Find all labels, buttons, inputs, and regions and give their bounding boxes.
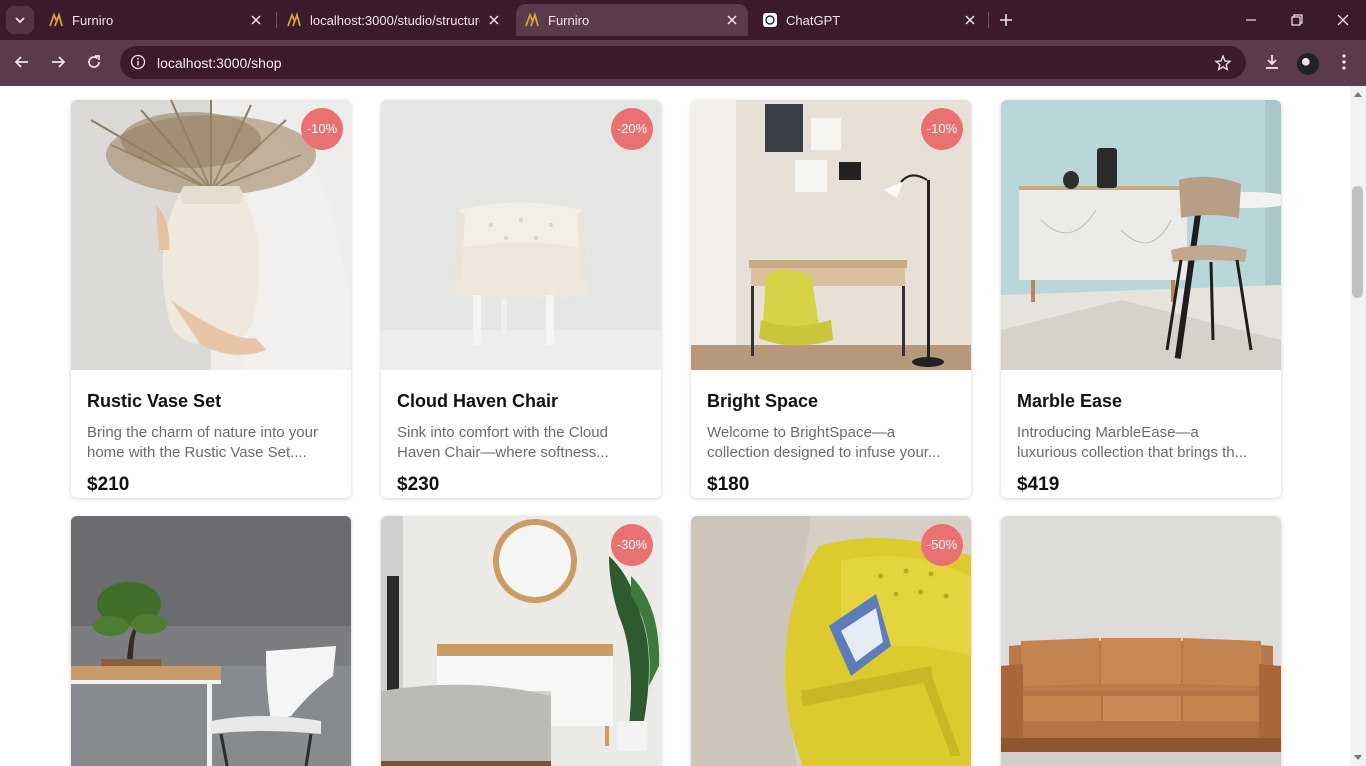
product-price: $230 <box>397 474 440 495</box>
product-card[interactable]: -10% Bright Space Welcome to BrightSpace… <box>691 100 971 498</box>
product-image[interactable]: -20% <box>381 100 661 370</box>
product-image[interactable] <box>71 516 351 766</box>
tab-furniro-1[interactable]: Furniro <box>40 4 272 36</box>
close-icon[interactable] <box>962 12 978 28</box>
close-icon[interactable] <box>486 12 502 28</box>
tab-separator <box>276 12 277 28</box>
tab-furniro-active[interactable]: Furniro <box>516 4 748 36</box>
product-card[interactable]: -50% <box>691 516 971 766</box>
chevron-down-icon <box>15 17 25 24</box>
product-description: Sink into comfort with the Cloud Haven C… <box>397 423 647 463</box>
product-description: Bring the charm of nature into your home… <box>87 423 337 463</box>
description-line: luxurious collection that brings th... <box>1017 444 1248 461</box>
tab-title: ChatGPT <box>786 13 841 28</box>
product-card[interactable]: Marble Ease Introducing MarbleEase—a lux… <box>1001 100 1281 498</box>
product-name[interactable]: Bright Space <box>707 391 818 412</box>
description-line: Sink into comfort with the Cloud <box>397 424 608 441</box>
site-info-icon[interactable] <box>130 54 146 70</box>
more-menu-icon[interactable] <box>1334 52 1354 72</box>
furniro-logo-icon <box>287 12 301 27</box>
scroll-up-arrow[interactable] <box>1354 92 1362 97</box>
discount-badge: -20% <box>611 108 653 150</box>
product-price: $419 <box>1017 474 1060 495</box>
product-image[interactable]: -10% <box>691 100 971 370</box>
tab-separator <box>988 12 989 28</box>
scroll-thumb[interactable] <box>1352 186 1363 298</box>
minimize-icon[interactable] <box>1243 12 1259 28</box>
description-line: Bring the charm of nature into your <box>87 424 318 441</box>
address-bar[interactable]: localhost:3000/shop <box>120 46 1246 79</box>
tab-title: localhost:3000/studio/structure/ <box>310 13 480 28</box>
product-image[interactable]: -50% <box>691 516 971 766</box>
product-description: Welcome to BrightSpace—a collection desi… <box>707 423 957 463</box>
product-image[interactable]: -10% <box>71 100 351 370</box>
description-line: Introducing MarbleEase—a <box>1017 424 1199 441</box>
forward-arrow-icon[interactable] <box>48 52 68 72</box>
close-icon[interactable] <box>248 12 264 28</box>
browser-toolbar: localhost:3000/shop <box>0 40 1366 86</box>
product-card[interactable]: -30% <box>381 516 661 766</box>
tab-chatgpt[interactable]: ChatGPT <box>754 4 986 36</box>
product-name[interactable]: Cloud Haven Chair <box>397 391 558 412</box>
profile-avatar[interactable] <box>1297 53 1319 75</box>
product-name[interactable]: Marble Ease <box>1017 391 1122 412</box>
new-tab-plus-icon[interactable] <box>996 10 1016 30</box>
product-card[interactable] <box>1001 516 1281 766</box>
discount-badge: -10% <box>301 108 343 150</box>
description-line: collection designed to infuse your... <box>707 444 941 461</box>
product-image[interactable] <box>1001 100 1281 370</box>
product-card[interactable] <box>71 516 351 766</box>
furniro-logo-icon <box>525 12 539 27</box>
tab-title: Furniro <box>72 13 114 28</box>
browser-tab-bar: Furniro localhost:3000/studio/structure/… <box>0 0 1366 40</box>
description-line: home with the Rustic Vase Set.... <box>87 444 307 461</box>
tab-search-button[interactable] <box>6 6 34 34</box>
product-card[interactable]: -10% Rustic Vase Set Bring the charm of … <box>71 100 351 498</box>
furniro-logo-icon <box>49 12 63 27</box>
download-icon[interactable] <box>1262 52 1282 72</box>
description-line: Welcome to BrightSpace—a <box>707 424 896 441</box>
url-text: localhost:3000/shop <box>157 55 282 71</box>
tab-title: Furniro <box>548 13 590 28</box>
product-price: $180 <box>707 474 750 495</box>
bookmark-star-icon[interactable] <box>1214 54 1232 72</box>
restore-icon[interactable] <box>1289 12 1305 28</box>
description-line: Haven Chair—where softness... <box>397 444 609 461</box>
tab-studio[interactable]: localhost:3000/studio/structure/ <box>278 4 510 36</box>
product-image[interactable]: -30% <box>381 516 661 766</box>
product-description: Introducing MarbleEase—a luxurious colle… <box>1017 423 1267 463</box>
discount-badge: -10% <box>921 108 963 150</box>
back-arrow-icon[interactable] <box>12 52 32 72</box>
product-card[interactable]: -20% Cloud Haven Chair Sink into comfort… <box>381 100 661 498</box>
discount-badge: -50% <box>921 524 963 566</box>
shop-page: -10% Rustic Vase Set Bring the charm of … <box>0 86 1350 766</box>
scroll-down-arrow[interactable] <box>1354 755 1362 760</box>
chatgpt-logo-icon <box>763 13 777 27</box>
product-image[interactable] <box>1001 516 1281 766</box>
window-close-icon[interactable] <box>1335 12 1351 28</box>
discount-badge: -30% <box>611 524 653 566</box>
page-scrollbar[interactable] <box>1350 86 1366 766</box>
reload-icon[interactable] <box>84 52 104 72</box>
product-name[interactable]: Rustic Vase Set <box>87 391 221 412</box>
product-price: $210 <box>87 474 130 495</box>
close-icon[interactable] <box>724 12 740 28</box>
